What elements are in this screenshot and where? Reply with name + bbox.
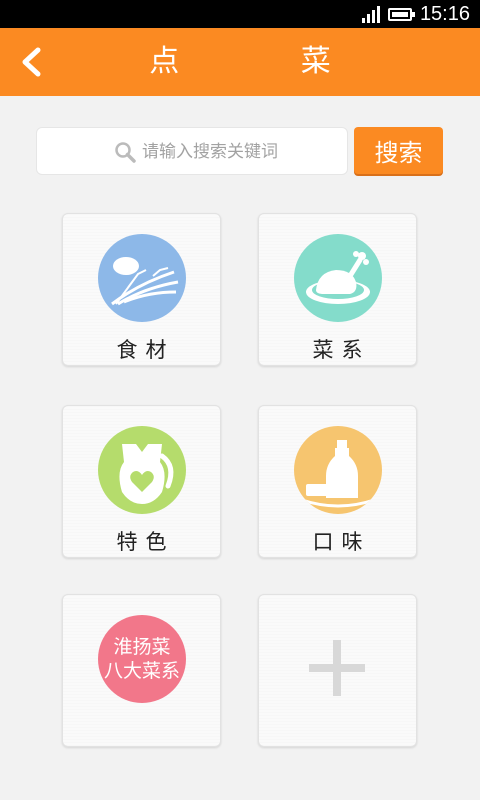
ingredients-icon xyxy=(111,257,179,306)
page-title: 点 菜 xyxy=(149,44,387,79)
category-circle xyxy=(98,426,186,514)
category-circle xyxy=(294,426,382,514)
category-label: 食材 xyxy=(116,338,175,362)
signal-icon xyxy=(361,5,380,23)
battery-icon xyxy=(387,7,415,21)
category-tile-ingredients[interactable]: 食材 xyxy=(62,213,221,366)
search-button[interactable]: 搜索 xyxy=(354,127,443,174)
promo-text: 淮扬菜 八大菜系 xyxy=(98,635,186,683)
search-icon xyxy=(115,142,136,163)
category-tile-cuisine[interactable]: 菜系 xyxy=(258,213,417,366)
category-label: 口味 xyxy=(312,530,371,554)
search-box[interactable] xyxy=(36,127,348,176)
search-input[interactable] xyxy=(140,128,344,176)
sauce-bottle-icon xyxy=(301,440,375,508)
roast-chicken-icon xyxy=(306,251,370,304)
category-label: 特色 xyxy=(116,530,175,554)
plus-icon xyxy=(309,640,365,696)
promo-tile-huaiyang[interactable]: 淮扬菜 八大菜系 xyxy=(62,594,221,747)
category-circle xyxy=(98,234,186,322)
promo-circle: 淮扬菜 八大菜系 xyxy=(98,615,186,703)
add-category-tile[interactable] xyxy=(258,594,417,747)
category-circle xyxy=(294,234,382,322)
status-bar: 15:16 xyxy=(0,0,480,28)
category-label: 菜系 xyxy=(312,338,371,362)
category-tile-specialty[interactable]: 特色 xyxy=(62,405,221,558)
search-row: 搜索 xyxy=(36,127,443,176)
status-icons: 15:16 xyxy=(361,0,470,28)
category-tile-taste[interactable]: 口味 xyxy=(258,405,417,558)
status-time: 15:16 xyxy=(419,2,470,25)
promo-line1: 淮扬菜 xyxy=(113,636,171,658)
apron-heart-icon xyxy=(119,444,174,504)
promo-line2: 八大菜系 xyxy=(103,660,180,682)
app-header: 点 菜 xyxy=(0,28,480,96)
